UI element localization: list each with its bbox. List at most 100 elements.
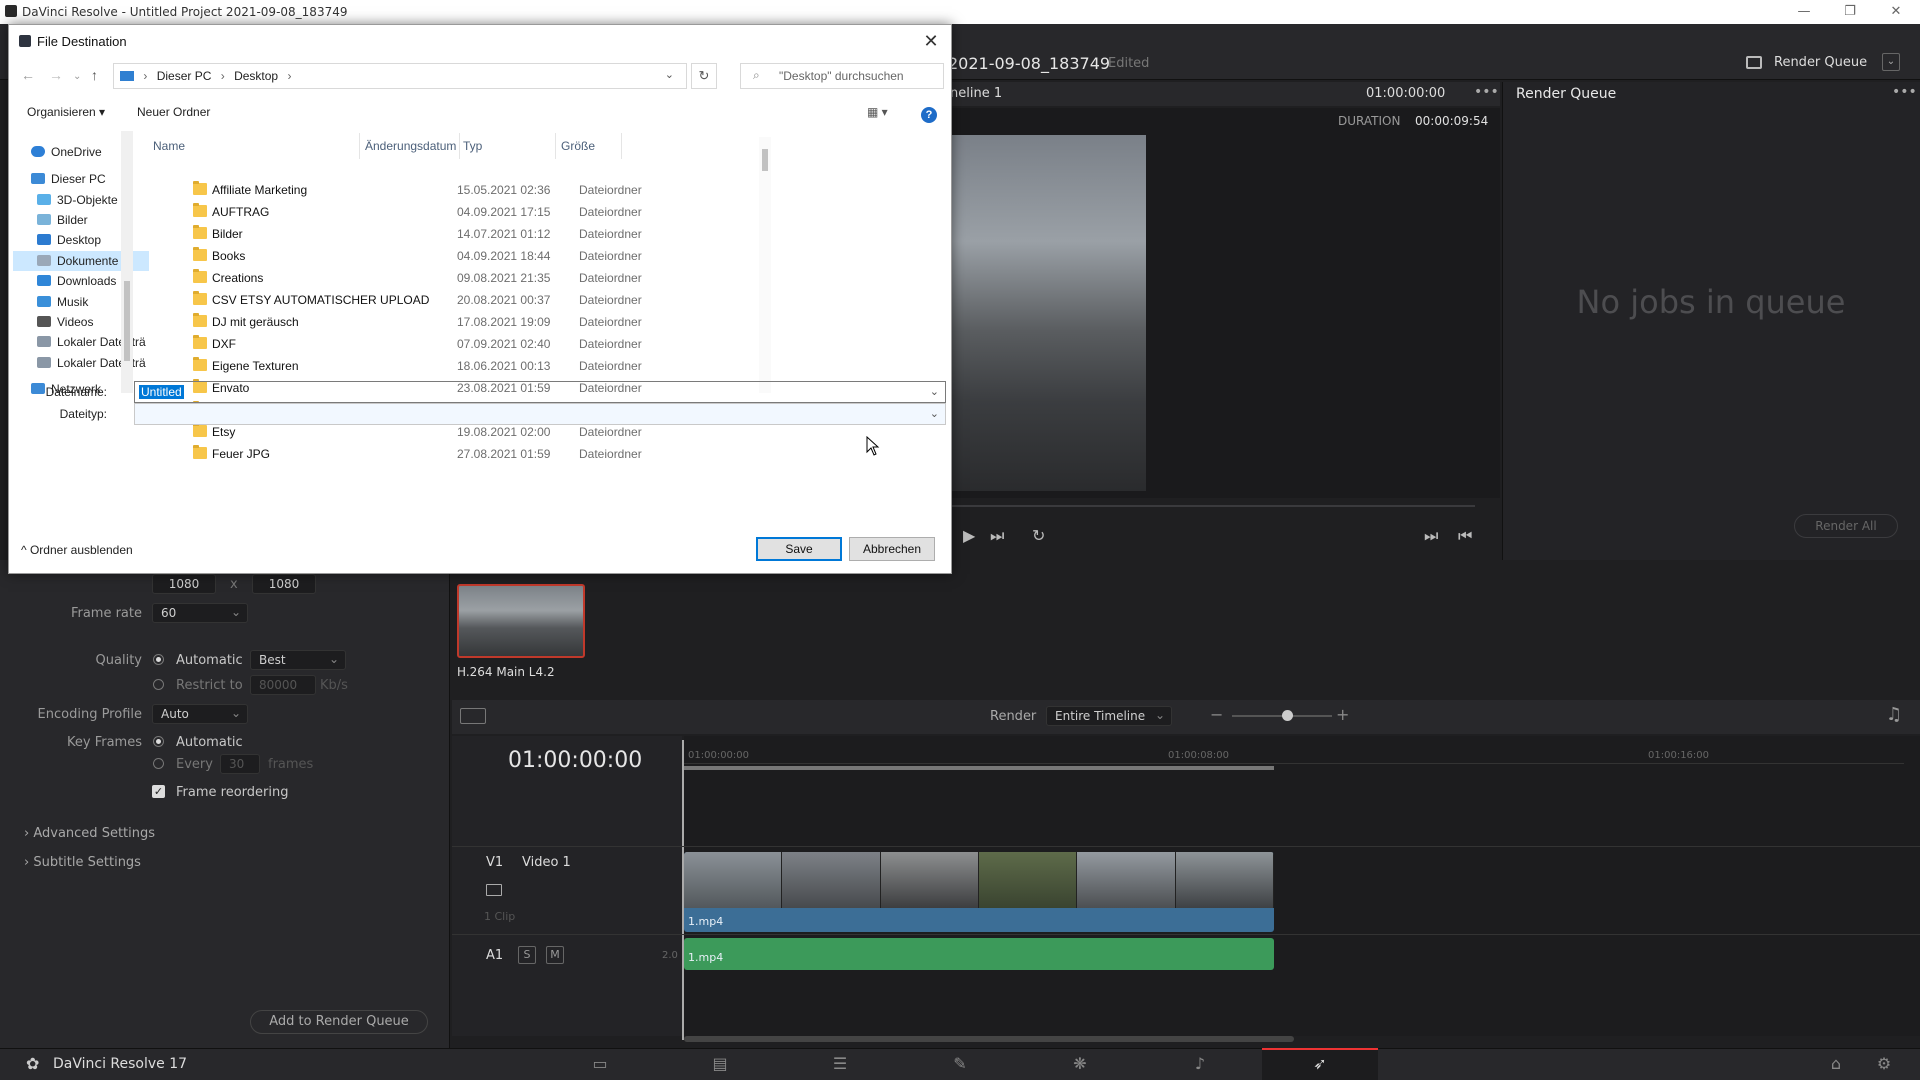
- keyframes-auto-radio[interactable]: [153, 736, 164, 747]
- keyframes-every-radio[interactable]: [153, 758, 164, 769]
- nav-downloads[interactable]: Downloads: [37, 274, 116, 288]
- restrict-field[interactable]: 80000: [250, 675, 316, 695]
- view-options-icon[interactable]: ▦ ▾: [867, 105, 888, 119]
- audio-clip[interactable]: 1.mp4: [684, 938, 1274, 970]
- nav-onedrive[interactable]: OneDrive: [31, 145, 102, 159]
- nav-musik[interactable]: Musik: [37, 295, 88, 309]
- forward-icon[interactable]: →: [49, 67, 63, 83]
- zoom-out-icon[interactable]: −: [1210, 705, 1223, 724]
- nav-3d-objekte[interactable]: 3D-Objekte: [37, 193, 118, 207]
- nav-desktop[interactable]: Desktop: [37, 233, 101, 247]
- filetype-select[interactable]: ⌄: [134, 403, 946, 425]
- filename-input[interactable]: Untitled ⌄: [134, 381, 946, 403]
- col-divider[interactable]: [621, 133, 622, 159]
- cut-page-icon[interactable]: ▤: [708, 1054, 732, 1073]
- up-icon[interactable]: ↑: [91, 67, 98, 83]
- timeline-view-icon[interactable]: [460, 708, 486, 724]
- file-row[interactable]: Creations 09.08.2021 21:35 Dateiordner: [189, 267, 929, 289]
- more-options-icon[interactable]: •••: [1474, 84, 1499, 100]
- width-field[interactable]: 1080: [152, 574, 216, 594]
- zoom-slider-handle[interactable]: [1282, 710, 1293, 721]
- breadcrumb-desktop[interactable]: Desktop: [234, 69, 278, 83]
- height-field[interactable]: 1080: [252, 574, 316, 594]
- audio-icon[interactable]: ♫: [1886, 704, 1902, 725]
- chevron-down-icon[interactable]: ⌄: [930, 407, 939, 420]
- col-size[interactable]: Größe: [561, 139, 595, 153]
- nav-scrollbar[interactable]: [121, 131, 133, 393]
- timeline-hscroll[interactable]: [684, 1036, 1294, 1042]
- home-icon[interactable]: ⌂: [1824, 1054, 1848, 1073]
- file-scrollbar[interactable]: [759, 137, 771, 393]
- render-scope-select[interactable]: Entire Timeline ⌄: [1046, 706, 1172, 726]
- media-page-icon[interactable]: ▭: [588, 1054, 612, 1073]
- col-type[interactable]: Typ: [463, 139, 482, 153]
- col-divider[interactable]: [359, 133, 360, 159]
- timeline-ruler[interactable]: 01:00:00:00 01:00:08:00 01:00:16:00: [684, 740, 1904, 764]
- color-page-icon[interactable]: ❋: [1068, 1054, 1092, 1073]
- file-row[interactable]: Books 04.09.2021 18:44 Dateiordner: [189, 245, 929, 267]
- recent-dropdown-icon[interactable]: ⌄: [73, 71, 81, 82]
- video-track-icon[interactable]: [486, 884, 502, 896]
- dialog-close-button[interactable]: ✕: [917, 29, 945, 53]
- address-bar[interactable]: › Dieser PC › Desktop › ⌄: [113, 63, 687, 89]
- clip-thumbnail[interactable]: [457, 584, 585, 658]
- save-button[interactable]: Save: [756, 537, 842, 561]
- hide-folders-toggle[interactable]: ^ Ordner ausblenden: [21, 543, 133, 557]
- file-scroll-thumb[interactable]: [762, 149, 768, 171]
- expand-icon[interactable]: ⌄: [1882, 53, 1900, 71]
- restrict-radio[interactable]: [153, 679, 164, 690]
- every-field[interactable]: 30: [220, 754, 260, 774]
- quality-select[interactable]: Best ⌄: [250, 650, 346, 670]
- loop-icon[interactable]: ↻: [1032, 526, 1045, 545]
- deliver-page-icon[interactable]: ➶: [1308, 1054, 1332, 1073]
- col-date[interactable]: Änderungsdatum: [365, 139, 456, 153]
- close-window-button[interactable]: ✕: [1876, 2, 1916, 22]
- skip-forward-icon[interactable]: ⏭: [990, 526, 1004, 546]
- frame-rate-select[interactable]: 60 ⌄: [152, 603, 248, 623]
- quality-automatic-radio[interactable]: [153, 654, 164, 665]
- file-row[interactable]: AUFTRAG 04.09.2021 17:15 Dateiordner: [189, 201, 929, 223]
- new-folder-button[interactable]: Neuer Ordner: [137, 105, 210, 119]
- encoding-select[interactable]: Auto ⌄: [152, 704, 248, 724]
- file-row[interactable]: Eigene Texturen 18.06.2021 00:13 Dateiordn…: [189, 355, 929, 377]
- frame-reordering-checkbox[interactable]: ✓: [152, 785, 165, 798]
- chevron-down-icon[interactable]: ⌄: [930, 385, 939, 398]
- minimize-button[interactable]: —: [1784, 2, 1824, 22]
- fairlight-page-icon[interactable]: ♪: [1188, 1054, 1212, 1073]
- advanced-settings-toggle[interactable]: › Advanced Settings: [24, 826, 155, 841]
- file-row[interactable]: CSV ETSY AUTOMATISCHER UPLOAD 20.08.2021 …: [189, 289, 929, 311]
- cancel-button[interactable]: Abbrechen: [849, 537, 935, 561]
- settings-gear-icon[interactable]: ⚙: [1872, 1054, 1896, 1073]
- play-icon[interactable]: ▶: [963, 526, 975, 545]
- solo-button[interactable]: S: [518, 946, 536, 964]
- nav-videos[interactable]: Videos: [37, 315, 93, 329]
- address-dropdown-icon[interactable]: ⌄: [665, 68, 674, 81]
- render-queue-toggle[interactable]: Render Queue: [1774, 55, 1867, 70]
- nav-scroll-thumb[interactable]: [124, 281, 130, 361]
- file-row[interactable]: DXF 07.09.2021 02:40 Dateiordner: [189, 333, 929, 355]
- mark-in-icon[interactable]: ⏭: [1424, 526, 1438, 546]
- zoom-in-icon[interactable]: +: [1336, 705, 1349, 724]
- organize-button[interactable]: Organisieren ▾: [27, 105, 105, 119]
- nav-dieser-pc[interactable]: Dieser PC: [31, 172, 106, 186]
- file-row[interactable]: DJ mit geräusch 17.08.2021 19:09 Dateiordn…: [189, 311, 929, 333]
- scrubber[interactable]: [950, 505, 1475, 507]
- col-divider[interactable]: [459, 133, 460, 159]
- render-all-button[interactable]: Render All: [1794, 514, 1898, 538]
- refresh-button[interactable]: ↻: [691, 63, 717, 89]
- nav-bilder[interactable]: Bilder: [37, 213, 88, 227]
- add-to-render-queue-button[interactable]: Add to Render Queue: [250, 1010, 428, 1034]
- maximize-button[interactable]: ❐: [1830, 2, 1870, 22]
- col-divider[interactable]: [555, 133, 556, 159]
- search-input[interactable]: ⌕ "Desktop" durchsuchen: [740, 63, 944, 89]
- mute-button[interactable]: M: [546, 946, 564, 964]
- nav-dokumente[interactable]: Dokumente: [37, 254, 118, 268]
- edit-page-icon[interactable]: ☰: [828, 1054, 852, 1073]
- render-range-bar[interactable]: [684, 766, 1274, 770]
- subtitle-settings-toggle[interactable]: › Subtitle Settings: [24, 855, 141, 870]
- fusion-page-icon[interactable]: ✎: [948, 1054, 972, 1073]
- rq-more-icon[interactable]: •••: [1892, 84, 1917, 100]
- help-icon[interactable]: ?: [921, 107, 937, 123]
- back-icon[interactable]: ←: [21, 67, 35, 83]
- timeline-selector[interactable]: neline 1: [950, 86, 1002, 101]
